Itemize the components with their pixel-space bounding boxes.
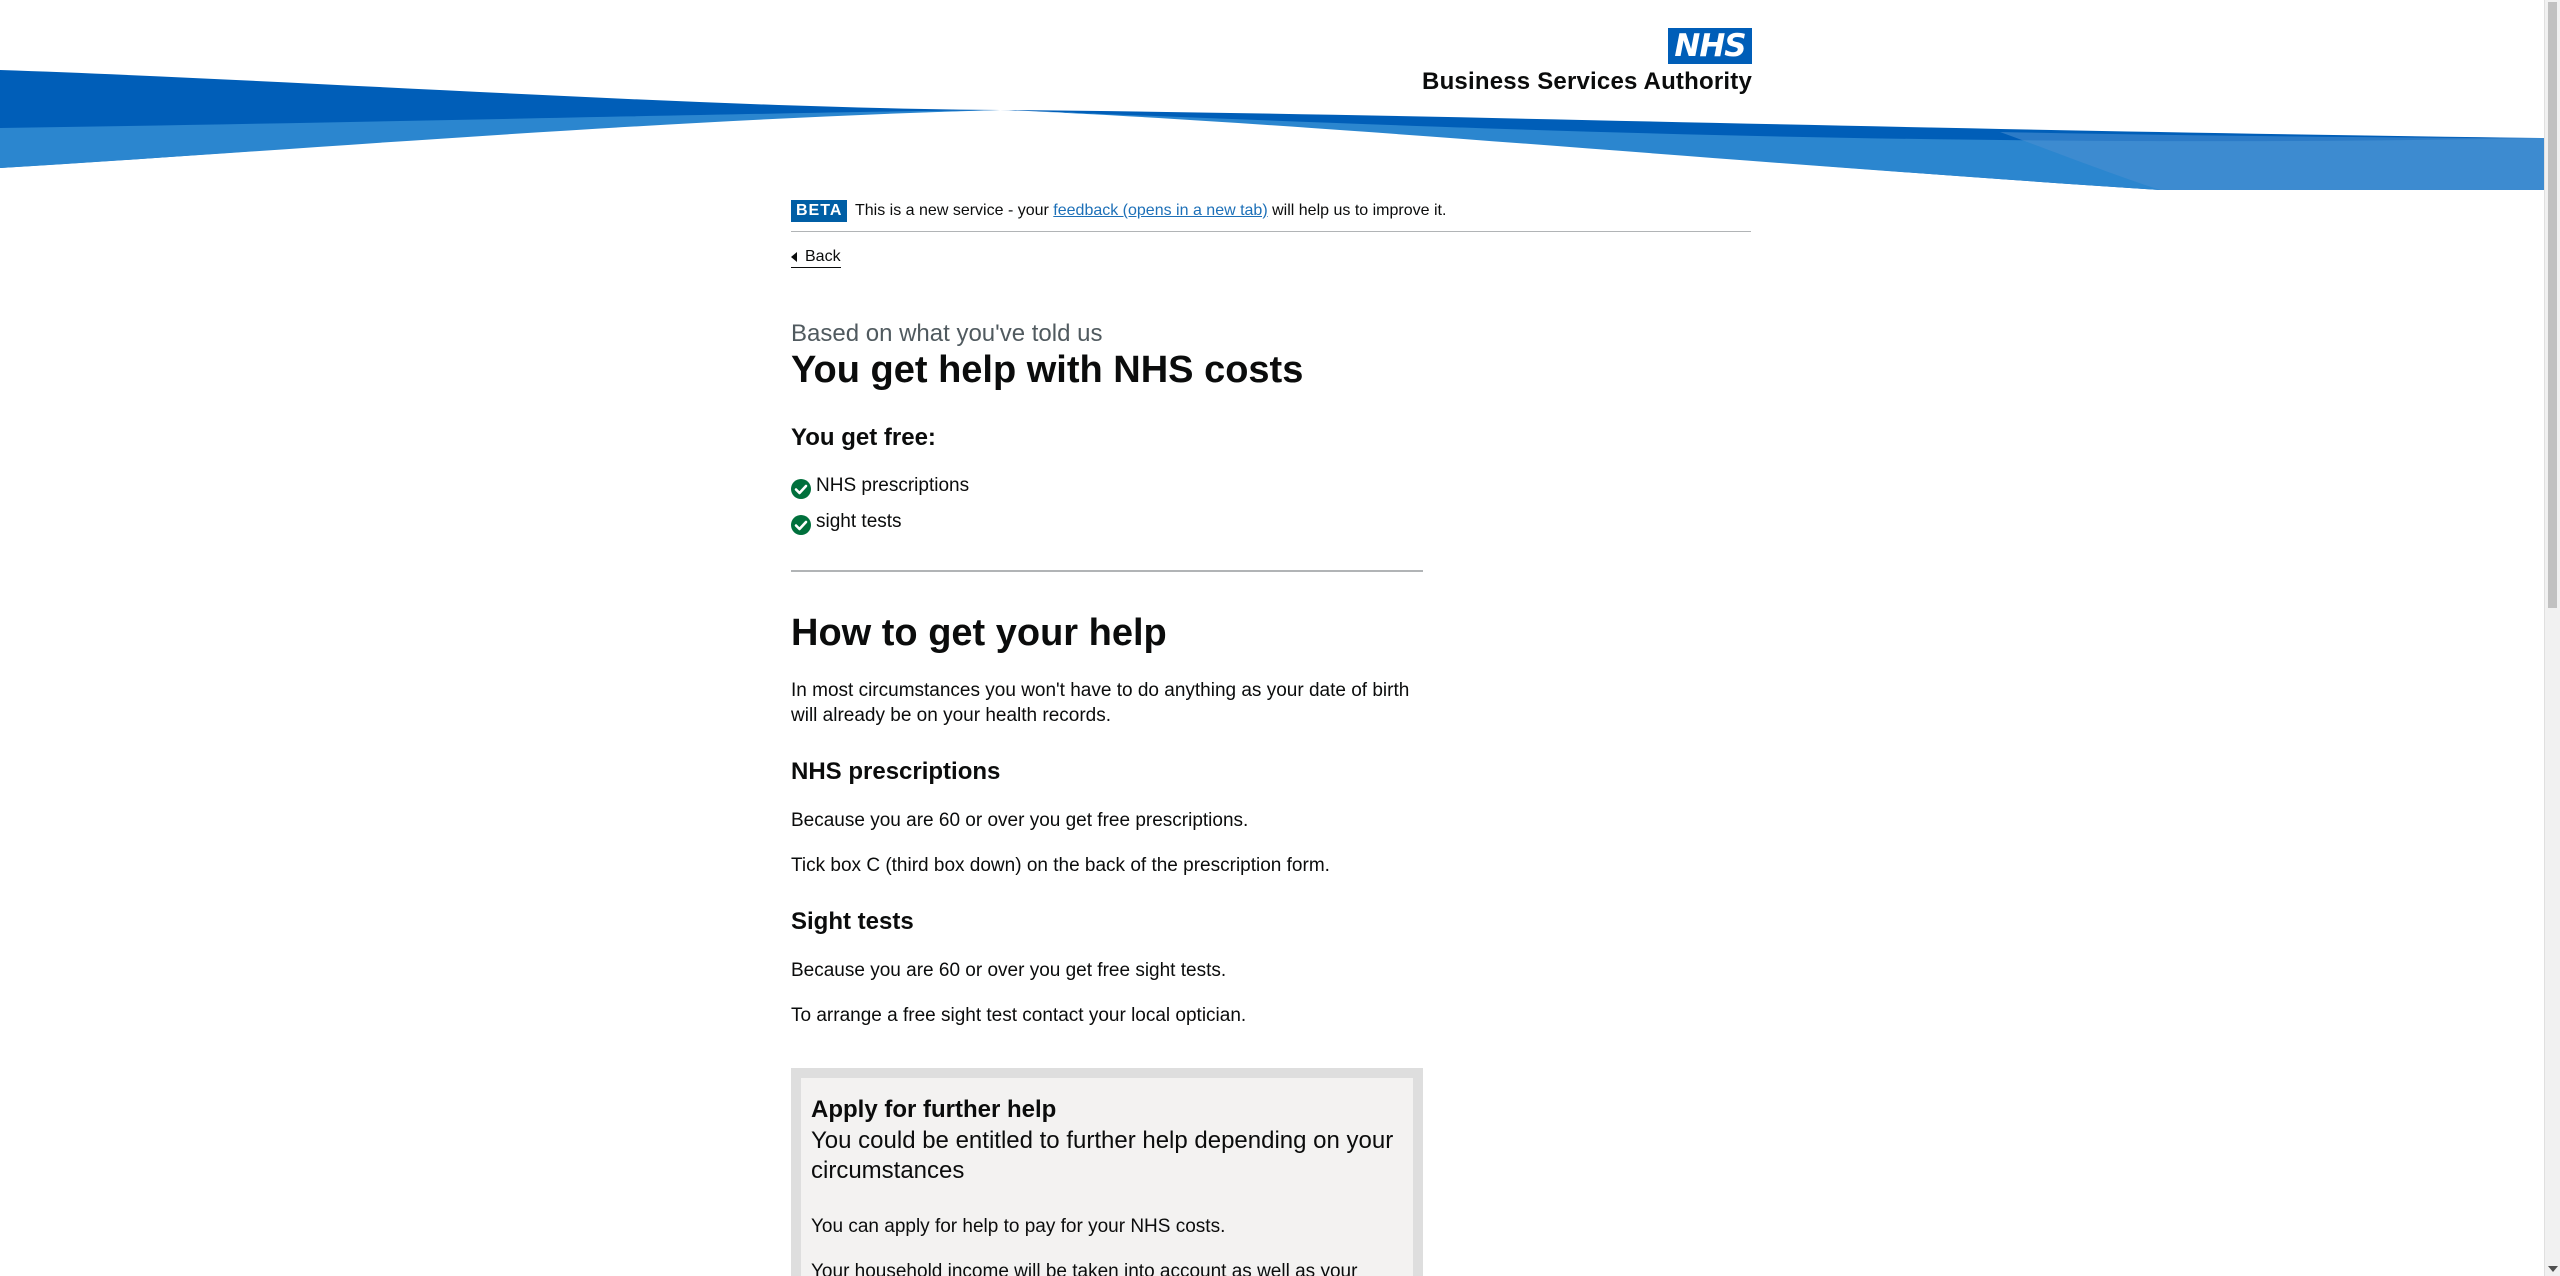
free-item-label: NHS prescriptions	[816, 475, 970, 496]
back-link[interactable]: Back	[791, 247, 841, 268]
prescriptions-paragraph: Tick box C (third box down) on the back …	[791, 855, 1330, 876]
further-help-heading: Apply for further help	[811, 1096, 1057, 1123]
sight-tests-paragraph: Because you are 60 or over you get free …	[791, 960, 1227, 981]
phase-text-before: This is a new service - your	[855, 202, 1049, 219]
page-title: You get help with NHS costs	[791, 349, 1304, 391]
header-banner	[0, 70, 2544, 190]
free-items-list: NHS prescriptions sight tests	[791, 472, 969, 544]
check-circle-icon	[791, 479, 811, 499]
how-to-heading: How to get your help	[791, 612, 1167, 654]
free-heading: You get free:	[791, 424, 936, 451]
prescriptions-heading: NHS prescriptions	[791, 758, 1001, 785]
further-help-panel: Apply for further help You could be enti…	[791, 1068, 1423, 1276]
nhs-logo-box: NHS	[1668, 28, 1752, 64]
page: NHS Business Services Authority BETA Thi…	[0, 0, 2544, 1276]
how-to-intro: In most circumstances you won't have to …	[791, 680, 1410, 726]
scrollbar-thumb[interactable]	[2548, 2, 2557, 608]
free-item-prescriptions: NHS prescriptions	[791, 472, 969, 508]
further-help-paragraph: Your household income will be taken into…	[811, 1261, 1358, 1276]
free-item-label: sight tests	[816, 511, 902, 532]
check-circle-icon	[791, 515, 811, 535]
back-link-label: Back	[805, 248, 841, 265]
vertical-scrollbar[interactable]	[2544, 0, 2560, 1276]
phase-text-after: will help us to improve it.	[1272, 202, 1447, 219]
further-help-subheading: You could be entitled to further help de…	[811, 1127, 1394, 1184]
result-caption: Based on what you've told us	[791, 320, 1103, 347]
phase-banner: BETA This is a new service - your feedba…	[791, 200, 1751, 232]
further-help-paragraph: You can apply for help to pay for your N…	[811, 1216, 1226, 1237]
sight-tests-paragraph: To arrange a free sight test contact you…	[791, 1005, 1247, 1026]
sight-tests-heading: Sight tests	[791, 908, 914, 935]
beta-tag: BETA	[791, 200, 848, 222]
scroll-down-arrow-icon[interactable]	[2548, 1266, 2558, 1272]
feedback-link[interactable]: feedback (opens in a new tab)	[1053, 202, 1267, 219]
section-divider	[791, 570, 1423, 572]
back-caret-icon	[791, 252, 797, 262]
free-item-sight-tests: sight tests	[791, 508, 969, 544]
nhsbsa-logo[interactable]: NHS Business Services Authority	[1422, 28, 1752, 98]
prescriptions-paragraph: Because you are 60 or over you get free …	[791, 810, 1249, 831]
phase-banner-text: This is a new service - your feedback (o…	[855, 202, 1446, 220]
organisation-name: Business Services Authority	[1422, 68, 1752, 95]
